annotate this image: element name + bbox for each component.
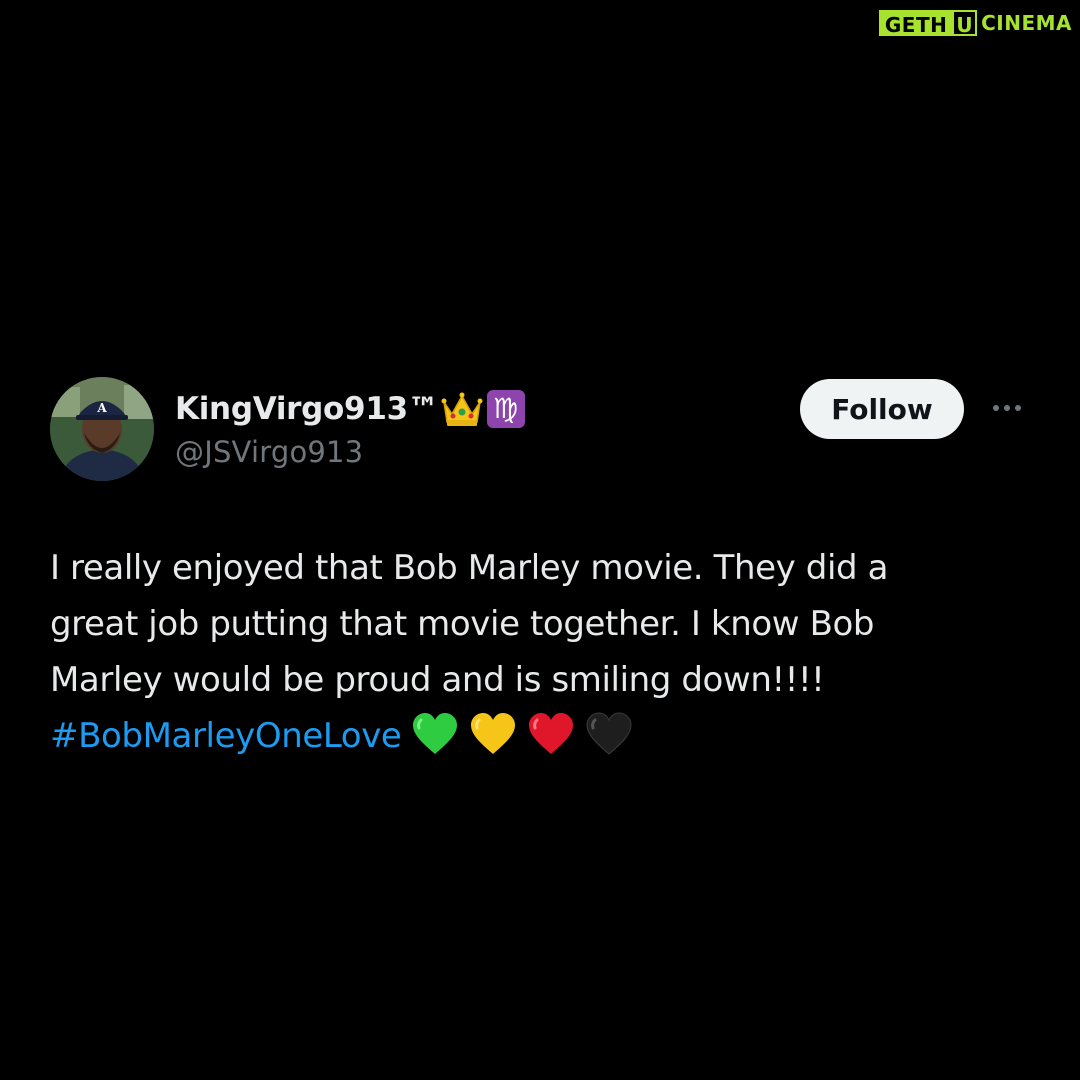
tweet-text-line: Marley would be proud and is smiling dow…	[50, 660, 825, 700]
display-name[interactable]: KingVirgo913™	[175, 391, 439, 427]
more-options-button[interactable]	[985, 389, 1029, 427]
avatar[interactable]: A	[50, 377, 154, 481]
more-dot-icon	[1004, 405, 1010, 411]
watermark-part-cinema: CINEMA	[981, 11, 1072, 35]
svg-text:A: A	[96, 401, 107, 415]
tweet-text: I really enjoyed that Bob Marley movie. …	[50, 540, 1010, 764]
tweet-hashtag-line: #BobMarleyOneLove	[50, 708, 1010, 764]
heart-emojis	[411, 711, 633, 756]
more-dot-icon	[993, 405, 999, 411]
display-name-row: KingVirgo913™ ♍	[175, 387, 525, 431]
more-dot-icon	[1015, 405, 1021, 411]
watermark-logo: GETH U CINEMA	[878, 10, 1072, 37]
avatar-image: A	[50, 377, 154, 481]
user-handle[interactable]: @JSVirgo913	[175, 435, 525, 469]
tweet-text-line: I really enjoyed that Bob Marley movie. …	[50, 548, 889, 588]
follow-button[interactable]: Follow	[800, 379, 964, 439]
author-info: KingVirgo913™ ♍ @JSVirgo913	[175, 387, 525, 469]
hashtag-link[interactable]: #BobMarleyOneLove	[50, 716, 402, 756]
crown-icon	[441, 390, 483, 428]
watermark-part-geth: GETH	[878, 10, 953, 37]
tweet-text-line: great job putting that movie together. I…	[50, 604, 875, 644]
yellow-heart-icon	[469, 712, 517, 756]
black-heart-icon	[585, 711, 633, 756]
green-heart-icon	[411, 712, 459, 756]
red-heart-icon	[527, 712, 575, 756]
watermark-part-u: U	[952, 10, 978, 37]
tweet-header: A KingVirgo913™ ♍ @JSVirgo913 Follow	[50, 377, 1030, 483]
virgo-icon: ♍	[486, 390, 525, 428]
